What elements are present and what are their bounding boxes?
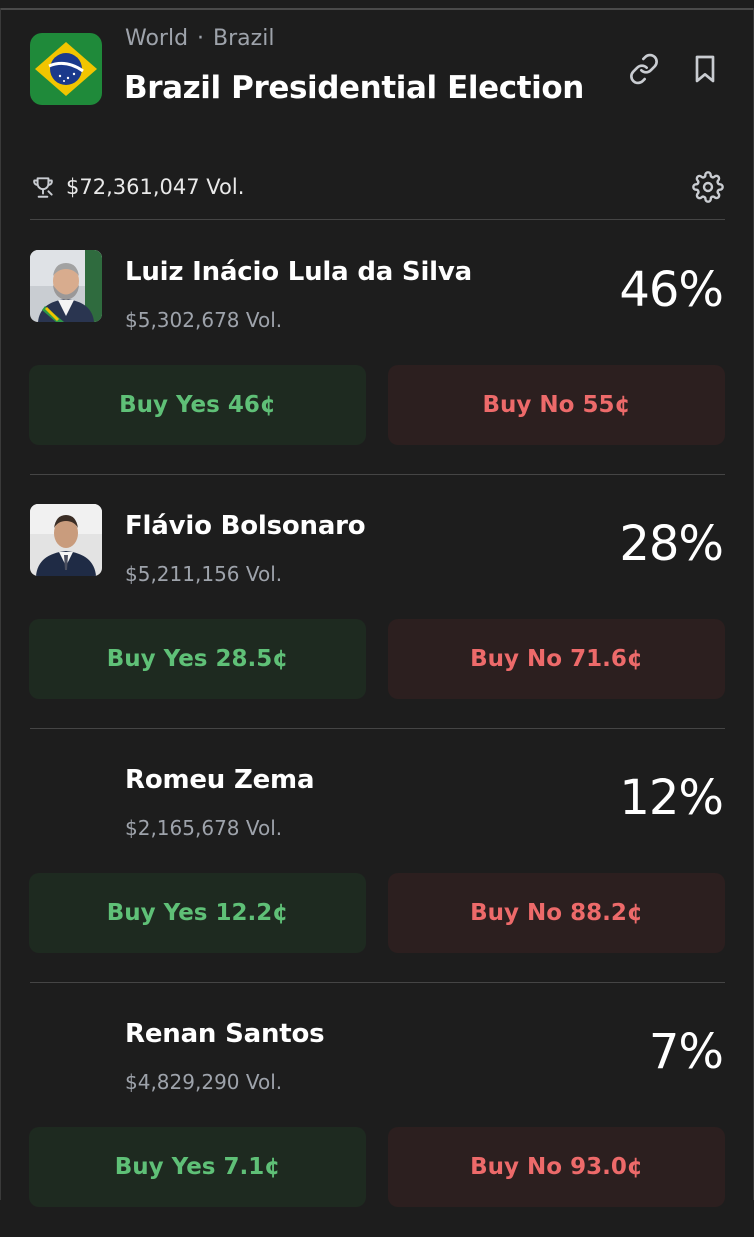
avatar bbox=[30, 250, 102, 322]
candidate-name: Renan Santos bbox=[125, 1019, 325, 1049]
candidate-volume: $5,211,156 Vol. bbox=[125, 562, 283, 586]
candidate-row: Romeu Zema $2,165,678 Vol. 12% Buy Yes 1… bbox=[0, 728, 754, 983]
bookmark-icon[interactable] bbox=[689, 53, 721, 85]
breadcrumb: World · Brazil bbox=[125, 26, 274, 51]
avatar bbox=[30, 504, 102, 576]
buy-yes-button[interactable]: Buy Yes 28.5¢ bbox=[29, 619, 366, 699]
buy-no-button[interactable]: Buy No 71.6¢ bbox=[388, 619, 725, 699]
candidate-percent: 46% bbox=[619, 262, 724, 318]
buy-yes-button[interactable]: Buy Yes 12.2¢ bbox=[29, 873, 366, 953]
candidate-percent: 28% bbox=[619, 516, 724, 572]
buy-yes-button[interactable]: Buy Yes 46¢ bbox=[29, 365, 366, 445]
candidate-name: Luiz Inácio Lula da Silva bbox=[125, 257, 472, 287]
trophy-icon bbox=[30, 174, 56, 200]
candidate-row: Luiz Inácio Lula da Silva $5,302,678 Vol… bbox=[0, 220, 754, 475]
page-title: Brazil Presidential Election bbox=[124, 70, 584, 106]
breadcrumb-brazil[interactable]: Brazil bbox=[213, 26, 274, 51]
breadcrumb-separator: · bbox=[197, 26, 205, 51]
market-volume: $72,361,047 Vol. bbox=[30, 170, 244, 204]
gear-icon[interactable] bbox=[692, 171, 724, 203]
buy-no-button[interactable]: Buy No 88.2¢ bbox=[388, 873, 725, 953]
brazil-flag-icon bbox=[30, 33, 102, 105]
candidate-volume: $4,829,290 Vol. bbox=[125, 1070, 283, 1094]
link-icon[interactable] bbox=[628, 53, 660, 85]
market-volume-text: $72,361,047 Vol. bbox=[66, 175, 245, 199]
candidate-volume: $2,165,678 Vol. bbox=[125, 816, 283, 840]
breadcrumb-world[interactable]: World bbox=[125, 26, 188, 51]
candidate-row: Flávio Bolsonaro $5,211,156 Vol. 28% Buy… bbox=[0, 474, 754, 729]
candidate-name: Romeu Zema bbox=[125, 765, 315, 795]
candidate-percent: 7% bbox=[648, 1024, 724, 1080]
buy-no-button[interactable]: Buy No 93.0¢ bbox=[388, 1127, 725, 1207]
candidate-volume: $5,302,678 Vol. bbox=[125, 308, 283, 332]
candidate-name: Flávio Bolsonaro bbox=[125, 511, 366, 541]
candidate-percent: 12% bbox=[619, 770, 724, 826]
buy-yes-button[interactable]: Buy Yes 7.1¢ bbox=[29, 1127, 366, 1207]
buy-no-button[interactable]: Buy No 55¢ bbox=[388, 365, 725, 445]
candidate-row: Renan Santos $4,829,290 Vol. 7% Buy Yes … bbox=[0, 982, 754, 1237]
top-border bbox=[0, 8, 754, 10]
